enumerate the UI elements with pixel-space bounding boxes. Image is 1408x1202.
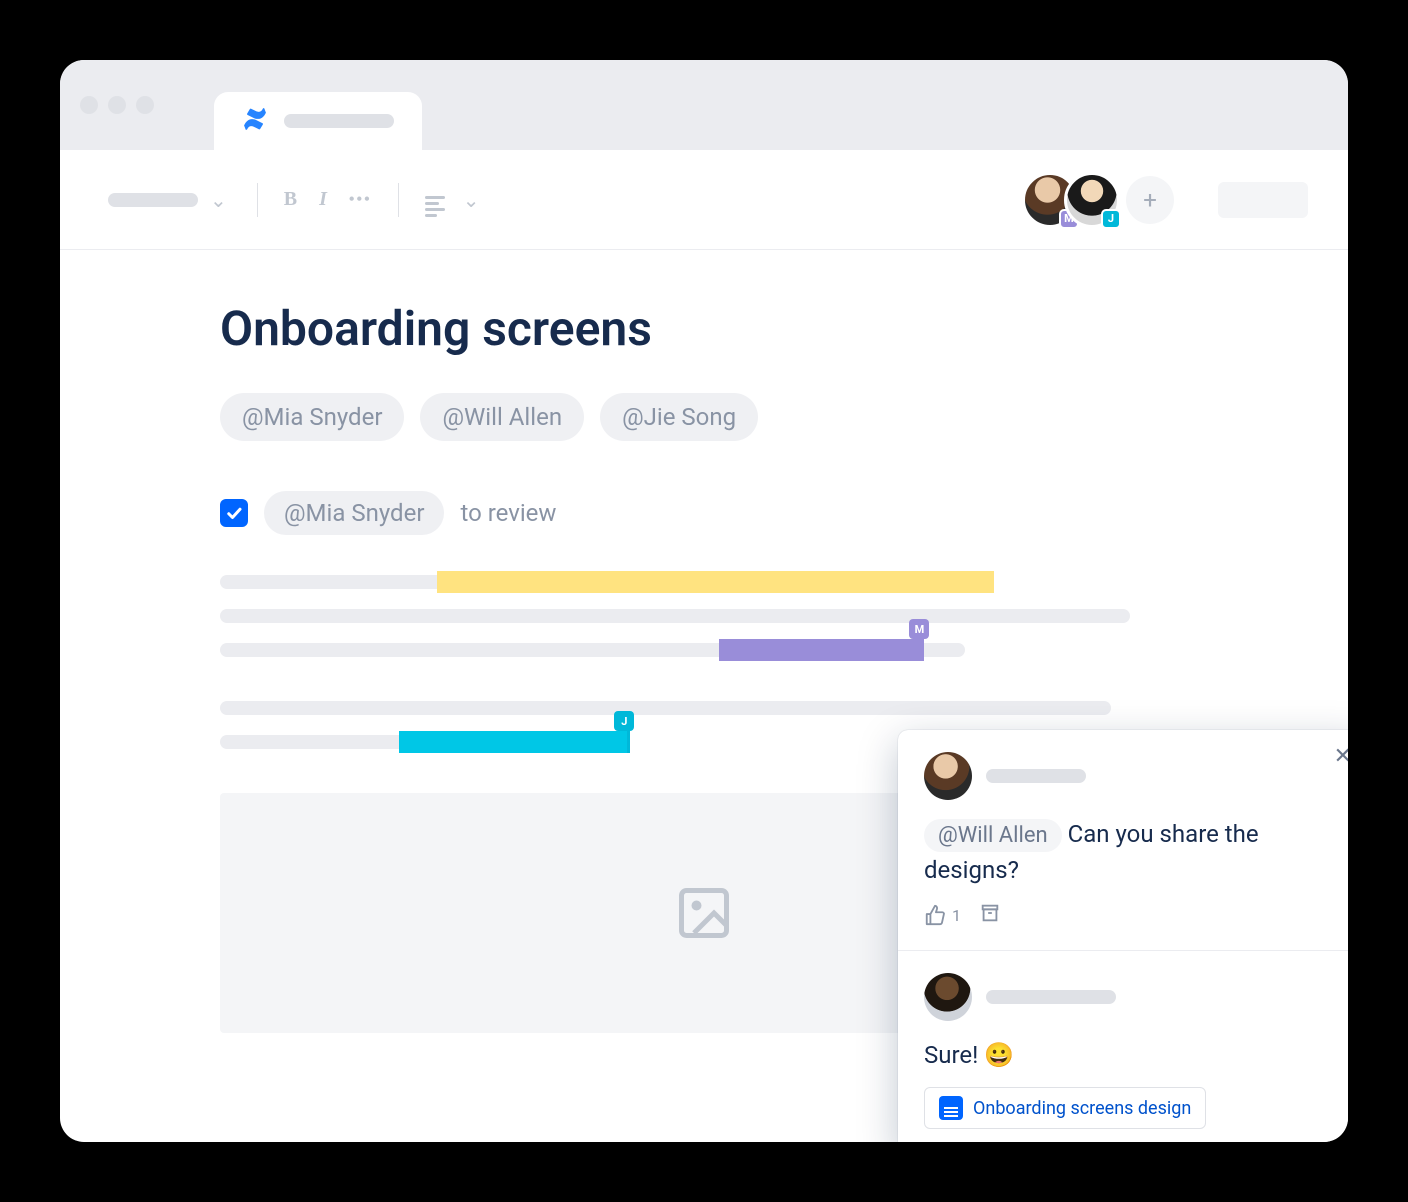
- attachment-label: Onboarding screens design: [973, 1098, 1191, 1119]
- comment-body: Sure! 😀: [924, 1037, 1342, 1073]
- browser-tab[interactable]: [214, 92, 422, 150]
- traffic-light-close[interactable]: [80, 96, 98, 114]
- collaborator-avatar[interactable]: J: [1064, 172, 1120, 228]
- chevron-down-icon: ⌄: [463, 188, 480, 212]
- page-title[interactable]: Onboarding screens: [220, 300, 1188, 357]
- collaborator-badge: J: [1101, 209, 1121, 229]
- task-item[interactable]: @Mia Snyder to review: [220, 491, 1188, 535]
- task-text: to review: [460, 499, 556, 527]
- avatar[interactable]: [924, 752, 972, 800]
- toolbar-divider: [257, 183, 258, 217]
- app-window: ⌄ B I ••• ⌄ M J + Onboarding screens @Mi…: [60, 60, 1348, 1142]
- collab-cursor-flag: M: [909, 619, 929, 639]
- text-style-dropdown[interactable]: ⌄: [100, 182, 235, 218]
- mentions-row: @Mia Snyder @Will Allen @Jie Song: [220, 393, 1188, 441]
- thumbs-up-icon: [924, 904, 946, 926]
- page-icon: [939, 1096, 963, 1120]
- mention-chip[interactable]: @Will Allen: [420, 393, 584, 441]
- mention-chip[interactable]: @Mia Snyder: [220, 393, 404, 441]
- document-body[interactable]: Onboarding screens @Mia Snyder @Will All…: [60, 250, 1348, 1033]
- traffic-light-zoom[interactable]: [136, 96, 154, 114]
- chevron-down-icon: ⌄: [210, 188, 227, 212]
- attachment-link[interactable]: Onboarding screens design: [924, 1087, 1206, 1129]
- confluence-icon: [242, 106, 268, 136]
- mention-chip[interactable]: @Will Allen: [924, 819, 1062, 852]
- collab-cursor-flag: J: [614, 711, 634, 731]
- comment-popover: ✕ @Will Allen Can you share the designs?…: [898, 730, 1348, 1142]
- like-count: 1: [952, 906, 961, 925]
- comment-thread-item: @Will Allen Can you share the designs? 1: [898, 730, 1348, 950]
- more-formatting-button[interactable]: •••: [345, 187, 376, 213]
- align-button[interactable]: [421, 178, 449, 221]
- editor-toolbar: ⌄ B I ••• ⌄ M J +: [60, 150, 1348, 250]
- comment-text: Sure! 😀: [924, 1041, 1014, 1069]
- align-left-icon: [425, 196, 445, 217]
- commenter-name: [986, 990, 1116, 1004]
- mention-chip[interactable]: @Mia Snyder: [264, 491, 444, 535]
- collaborator-avatars: M J +: [1022, 172, 1174, 228]
- toolbar-divider: [398, 183, 399, 217]
- window-controls[interactable]: [80, 96, 154, 114]
- mention-chip[interactable]: @Jie Song: [600, 393, 758, 441]
- comment-thread-item: Sure! 😀 Onboarding screens design: [898, 950, 1348, 1142]
- check-icon: [225, 504, 243, 522]
- traffic-light-minimize[interactable]: [108, 96, 126, 114]
- titlebar: [60, 60, 1348, 150]
- paragraph-placeholder[interactable]: M: [220, 575, 1188, 657]
- comment-body: @Will Allen Can you share the designs?: [924, 816, 1342, 888]
- italic-button[interactable]: I: [315, 184, 331, 215]
- add-collaborator-button[interactable]: +: [1126, 176, 1174, 224]
- archive-icon: [979, 902, 1001, 924]
- close-icon[interactable]: ✕: [1334, 744, 1348, 769]
- tab-title: [284, 114, 394, 128]
- avatar[interactable]: [924, 973, 972, 1021]
- image-icon: [674, 883, 734, 943]
- commenter-name: [986, 769, 1086, 783]
- resolve-button[interactable]: [979, 902, 1001, 928]
- like-button[interactable]: 1: [924, 904, 961, 926]
- task-checkbox[interactable]: [220, 499, 248, 527]
- primary-action-button[interactable]: [1218, 182, 1308, 218]
- bold-button[interactable]: B: [280, 184, 301, 215]
